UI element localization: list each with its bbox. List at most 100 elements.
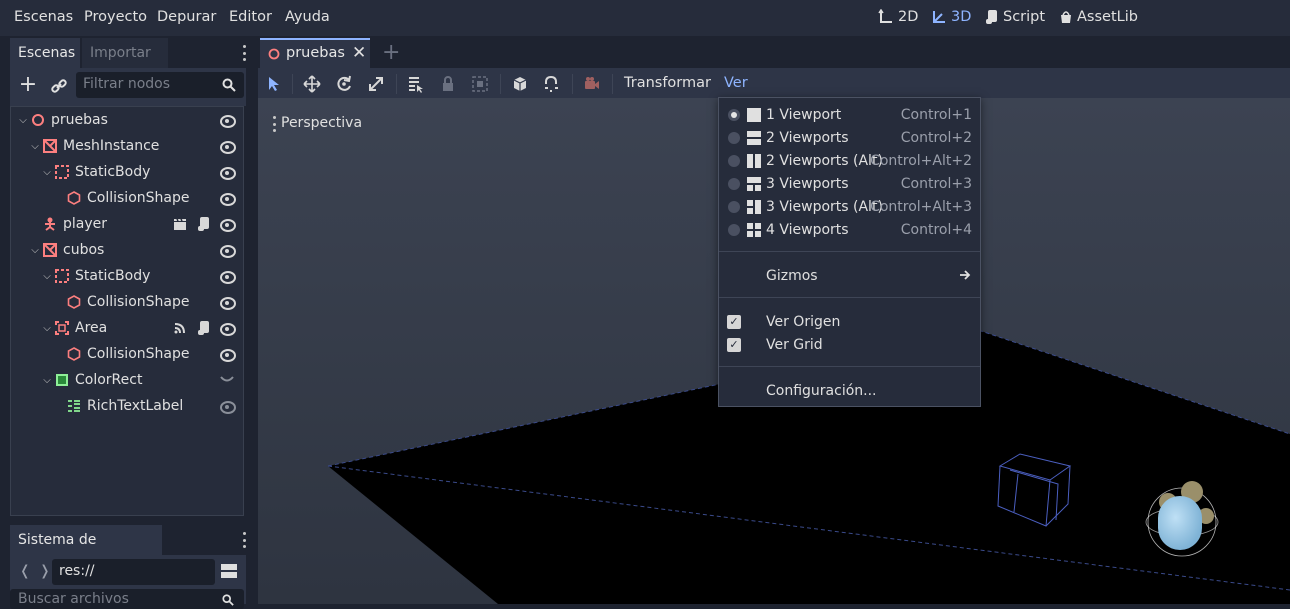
- mode-script-button[interactable]: Script: [985, 9, 1045, 25]
- mesh-instance-icon: [43, 139, 57, 153]
- path-field[interactable]: res://: [52, 559, 215, 585]
- tab-importar[interactable]: Importar: [82, 38, 168, 68]
- tree-row-meshinstance[interactable]: ⌵ MeshInstance: [11, 133, 243, 159]
- chevron-down-icon[interactable]: ⌵: [17, 115, 29, 126]
- snap-icon[interactable]: [542, 74, 562, 94]
- visibility-eye-icon[interactable]: [219, 242, 236, 258]
- chevron-down-icon[interactable]: ⌵: [29, 141, 41, 152]
- tree-row-collisionshape[interactable]: CollisionShape: [11, 289, 243, 315]
- toolbar-divider: [572, 74, 573, 94]
- menu-item-3-viewports[interactable]: 3 Viewports Control+3: [719, 172, 980, 195]
- menu-item-2-viewports-alt[interactable]: 2 Viewports (Alt) Control+Alt+2: [719, 149, 980, 172]
- perspective-label[interactable]: Perspectiva: [281, 115, 362, 131]
- search-icon: [222, 78, 236, 92]
- tree-row-cubos[interactable]: ⌵ cubos: [11, 237, 243, 263]
- chevron-down-icon[interactable]: ⌵: [41, 167, 53, 178]
- visibility-eye-icon[interactable]: [219, 138, 236, 154]
- menu-separator: [719, 251, 980, 252]
- menu-item-ver-grid[interactable]: ✓ Ver Grid: [719, 333, 980, 356]
- menu-depurar[interactable]: Depurar: [157, 9, 216, 25]
- add-node-icon[interactable]: +: [18, 74, 38, 96]
- camera-icon[interactable]: [582, 74, 602, 94]
- layout-2-viewports-icon: [747, 130, 761, 145]
- checkbox-checked-icon: ✓: [727, 314, 741, 329]
- scene-tree: ⌵ pruebas ⌵ MeshInstance ⌵ StaticBody Co…: [10, 106, 244, 516]
- signal-icon[interactable]: [173, 321, 187, 335]
- menu-item-4-viewports[interactable]: 4 Viewports Control+4: [719, 218, 980, 241]
- view-popup-menu: 1 Viewport Control+1 2 Viewports Control…: [718, 97, 981, 407]
- rotate-tool-icon[interactable]: [334, 74, 354, 94]
- tree-row-colorrect[interactable]: ⌵ ColorRect: [11, 367, 243, 393]
- script-icon[interactable]: [197, 216, 211, 232]
- chevron-down-icon[interactable]: ⌵: [29, 245, 41, 256]
- tree-row-area[interactable]: ⌵ Area: [11, 315, 243, 341]
- chevron-down-icon[interactable]: ⌵: [41, 323, 53, 334]
- visibility-eye-icon[interactable]: [219, 294, 236, 310]
- list-select-icon[interactable]: [406, 74, 426, 94]
- dock-menu-icon[interactable]: [242, 45, 246, 61]
- transform-menu-button[interactable]: Transformar: [624, 75, 711, 91]
- tree-row-staticbody[interactable]: ⌵ StaticBody: [11, 159, 243, 185]
- tree-row-player[interactable]: player: [11, 211, 243, 237]
- menu-escenas[interactable]: Escenas: [14, 9, 73, 25]
- scene-tab-pruebas[interactable]: pruebas ✕: [260, 38, 370, 68]
- menu-editor[interactable]: Editor: [229, 9, 272, 25]
- node-label: RichTextLabel: [87, 398, 184, 414]
- lock-icon[interactable]: [438, 74, 458, 94]
- viewport-menu-icon[interactable]: [272, 116, 276, 132]
- tree-row-staticbody[interactable]: ⌵ StaticBody: [11, 263, 243, 289]
- visibility-eye-icon[interactable]: [219, 320, 236, 336]
- forward-arrow-icon[interactable]: ❭: [39, 563, 51, 579]
- tree-row-collisionshape[interactable]: CollisionShape: [11, 341, 243, 367]
- visibility-eye-icon[interactable]: [219, 268, 236, 284]
- chevron-down-icon[interactable]: ⌵: [41, 375, 53, 386]
- menu-item-3-viewports-alt[interactable]: 3 Viewports (Alt) Control+Alt+3: [719, 195, 980, 218]
- visibility-eye-icon[interactable]: [219, 112, 236, 128]
- mode-2d-label: 2D: [898, 9, 919, 25]
- dock-menu-icon[interactable]: [242, 532, 246, 548]
- visibility-eye-icon[interactable]: [219, 190, 236, 206]
- visibility-eye-icon[interactable]: [219, 346, 236, 362]
- search-files-input[interactable]: Buscar archivos: [10, 589, 244, 609]
- collision-shape-icon: [67, 347, 81, 361]
- hidden-eye-icon[interactable]: [220, 375, 234, 385]
- script-icon[interactable]: [197, 320, 211, 336]
- menu-proyecto[interactable]: Proyecto: [84, 9, 147, 25]
- menu-item-ver-origen[interactable]: ✓ Ver Origen: [719, 310, 980, 333]
- menu-ayuda[interactable]: Ayuda: [285, 9, 330, 25]
- menu-item-1-viewport[interactable]: 1 Viewport Control+1: [719, 103, 980, 126]
- filter-nodes-input[interactable]: Filtrar nodos: [76, 72, 244, 98]
- link-icon[interactable]: [50, 77, 68, 95]
- visibility-eye-icon[interactable]: [219, 216, 236, 232]
- group-icon[interactable]: [470, 74, 490, 94]
- tree-row-richtextlabel[interactable]: RichTextLabel: [11, 393, 243, 419]
- view-menu-button[interactable]: Ver: [724, 75, 748, 91]
- collision-shape-icon: [67, 295, 81, 309]
- clapperboard-icon[interactable]: [173, 217, 187, 231]
- visibility-eye-icon[interactable]: [219, 398, 236, 414]
- visibility-eye-icon[interactable]: [219, 164, 236, 180]
- local-space-icon[interactable]: [510, 74, 530, 94]
- chevron-down-icon[interactable]: ⌵: [41, 271, 53, 282]
- search-icon: [222, 594, 234, 606]
- mode-2d-button[interactable]: 2D: [878, 9, 918, 25]
- select-tool-icon[interactable]: [264, 74, 284, 94]
- move-tool-icon[interactable]: [302, 74, 322, 94]
- mode-assetlib-button[interactable]: AssetLib: [1059, 9, 1138, 25]
- tab-sistema-de-archivos[interactable]: Sistema de Archivos: [10, 525, 162, 578]
- tree-row-pruebas[interactable]: ⌵ pruebas: [11, 107, 243, 133]
- split-view-icon[interactable]: [220, 562, 238, 580]
- layout-4-viewports-icon: [747, 222, 761, 237]
- layout-3-viewports-icon: [747, 176, 761, 191]
- scale-tool-icon[interactable]: [366, 74, 386, 94]
- close-icon[interactable]: ✕: [352, 43, 366, 63]
- menu-item-gizmos[interactable]: Gizmos: [719, 264, 980, 287]
- tree-row-collisionshape[interactable]: CollisionShape: [11, 185, 243, 211]
- mode-3d-button[interactable]: 3D: [931, 9, 971, 25]
- menu-item-configuracion[interactable]: Configuración...: [719, 379, 980, 402]
- menu-item-2-viewports[interactable]: 2 Viewports Control+2: [719, 126, 980, 149]
- toolbar-divider: [396, 74, 397, 94]
- tab-escenas[interactable]: Escenas: [10, 38, 80, 68]
- back-arrow-icon[interactable]: ❬: [19, 563, 31, 579]
- add-tab-icon[interactable]: +: [382, 40, 400, 65]
